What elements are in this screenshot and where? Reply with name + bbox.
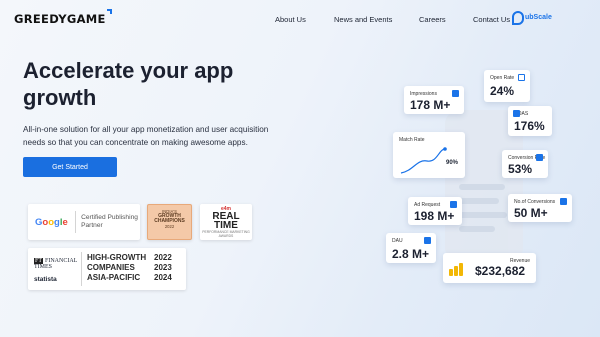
open-rate-card: Open Rate 24% bbox=[484, 70, 530, 102]
dau-icon bbox=[424, 237, 431, 244]
nav-careers[interactable]: Careers bbox=[419, 15, 446, 24]
ad-request-icon bbox=[450, 201, 457, 208]
pubscale-icon bbox=[512, 11, 524, 25]
conversion-rate-card: Conversion Rate 53% bbox=[502, 150, 548, 178]
ft-high-growth-badge: FT FINANCIAL TIMES statista HIGH-GROWTH CO… bbox=[28, 248, 186, 290]
ad-request-card: Ad Request 198 M+ bbox=[408, 197, 462, 225]
conversion-rate-icon bbox=[536, 154, 543, 161]
conversions-icon bbox=[560, 198, 567, 205]
google-logo: Google bbox=[35, 216, 68, 228]
google-badge-text: Certified Publishing Partner bbox=[81, 214, 138, 229]
nav-about-us[interactable]: About Us bbox=[275, 15, 306, 24]
nav-news-and-events[interactable]: News and Events bbox=[334, 15, 392, 24]
google-certified-badge: Google Certified Publishing Partner bbox=[28, 204, 140, 240]
roas-icon bbox=[513, 110, 520, 117]
statista-logo: statista bbox=[34, 276, 57, 283]
growth-champions-badge: INDIA'S GROWTH CHAMPIONS 2022 bbox=[147, 204, 192, 240]
match-rate-card: Match Rate 90% bbox=[393, 132, 465, 178]
ft-badge-years: 2022 2023 2024 bbox=[154, 253, 172, 282]
ft-logo: FT FINANCIAL TIMES bbox=[34, 258, 78, 270]
open-rate-icon bbox=[518, 74, 525, 81]
greedygame-logo[interactable]: GREEDYGAME bbox=[14, 9, 112, 26]
roas-card: ROAS 176% bbox=[508, 106, 552, 136]
nav-contact-us[interactable]: Contact Us bbox=[473, 15, 510, 24]
pubscale-logo[interactable]: ubScale bbox=[512, 10, 572, 26]
ft-badge-title: HIGH-GROWTH COMPANIES ASIA-PACIFIC bbox=[87, 253, 147, 282]
real-time-award-badge: e4m REAL TIME PERFORMANCE MARKETING AWAR… bbox=[200, 204, 252, 240]
hero-title: Accelerate your app growth bbox=[23, 58, 234, 110]
impressions-icon bbox=[452, 90, 459, 97]
revenue-card: Revenue $232,682 bbox=[443, 253, 536, 283]
hero-subtitle: All-in-one solution for all your app mon… bbox=[23, 125, 269, 147]
dau-card: DAU 2.8 M+ bbox=[386, 233, 436, 263]
get-started-button[interactable]: Get Started bbox=[23, 157, 117, 177]
impressions-card: Impressions 178 M+ bbox=[404, 86, 464, 114]
no-of-conversions-card: No.of Conversions 50 M+ bbox=[508, 194, 572, 222]
coins-icon bbox=[449, 262, 465, 276]
